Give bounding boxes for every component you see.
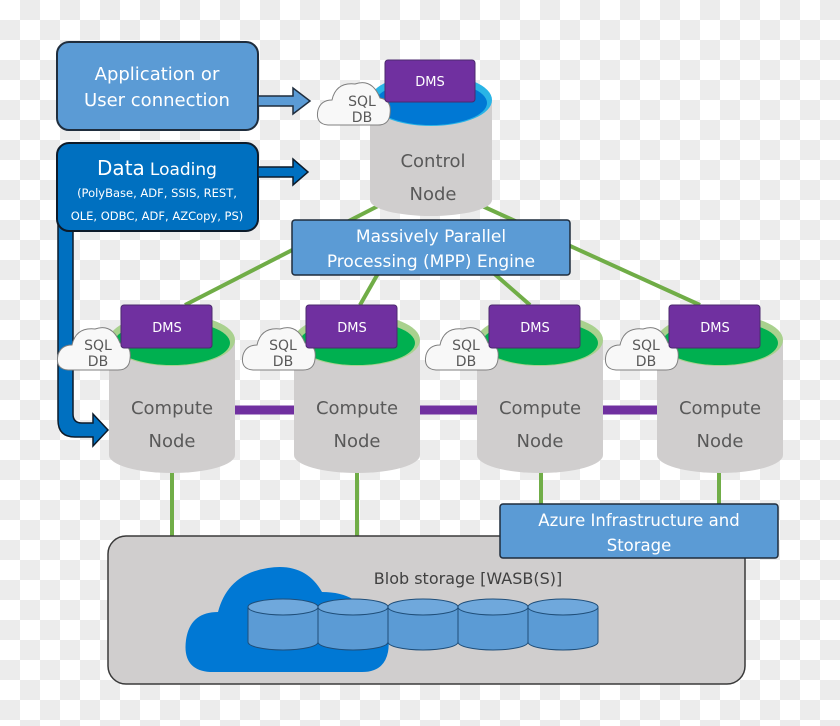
dms-label: DMS (415, 75, 444, 90)
compute-node-line2: Node (149, 431, 196, 452)
svg-text:DB: DB (88, 354, 108, 370)
control-node: Control Node SQL DB DMS (317, 59, 492, 216)
app-box-line2: User connection (84, 90, 230, 111)
compute-node-line1: Compute (316, 398, 398, 419)
storage-disk-icon (247, 598, 319, 651)
svg-text:SQL: SQL (348, 94, 376, 110)
arrow-right-icon (257, 157, 310, 187)
compute-node-line2: Node (697, 431, 744, 452)
storage-disk-icon (387, 598, 459, 651)
svg-text:SQL: SQL (84, 338, 112, 354)
svg-text:DB: DB (352, 110, 372, 126)
compute-node: Compute Node SQLDB DMS (242, 304, 420, 473)
svg-text:SQL: SQL (269, 338, 297, 354)
svg-text:DB: DB (456, 354, 476, 370)
loading-title: Loading (150, 160, 217, 180)
compute-node: Compute Node SQLDB DMS (425, 304, 603, 473)
data-loading-box: Data Loading (PolyBase, ADF, SSIS, REST,… (56, 142, 259, 232)
control-node-line1: Control (400, 151, 465, 172)
arrow-right-icon (257, 86, 312, 116)
svg-text:Data Loading: Data Loading (97, 156, 217, 180)
compute-node-line1: Compute (679, 398, 761, 419)
dms-label: DMS (337, 321, 366, 336)
compute-node-line1: Compute (499, 398, 581, 419)
azure-line2: Storage (607, 536, 672, 555)
storage-disk-icon (317, 598, 389, 651)
dms-label: DMS (520, 321, 549, 336)
architecture-diagram: Application or User connection Data Load… (0, 0, 840, 726)
storage-disk-icon (527, 598, 599, 651)
app-box-line1: Application or (95, 64, 220, 85)
dms-label: DMS (152, 321, 181, 336)
mpp-line2: Processing (MPP) Engine (327, 252, 535, 272)
svg-text:SQL: SQL (632, 338, 660, 354)
compute-node: Compute Node SQLDB DMS (605, 304, 783, 473)
svg-text:DB: DB (636, 354, 656, 370)
data-title: Data (97, 156, 145, 180)
svg-text:SQL: SQL (452, 338, 480, 354)
azure-line1: Azure Infrastructure and (538, 511, 739, 530)
control-node-line2: Node (410, 184, 457, 205)
mpp-line1: Massively Parallel (356, 227, 506, 247)
mpp-engine-box: Massively Parallel Processing (MPP) Engi… (291, 219, 571, 276)
storage-disk-icon (457, 598, 529, 651)
azure-infrastructure-box: Azure Infrastructure and Storage (499, 503, 779, 559)
svg-text:DB: DB (273, 354, 293, 370)
dms-label: DMS (700, 321, 729, 336)
compute-node: Compute Node SQLDB DMS (57, 304, 235, 473)
data-box-line2: (PolyBase, ADF, SSIS, REST, (77, 186, 237, 200)
application-connection-box: Application or User connection (56, 41, 259, 131)
blob-label: Blob storage [WASB(S)] (374, 569, 562, 588)
compute-node-line2: Node (334, 431, 381, 452)
data-box-line3: OLE, ODBC, ADF, AZCopy, PS) (71, 209, 244, 223)
compute-node-line1: Compute (131, 398, 213, 419)
compute-node-line2: Node (517, 431, 564, 452)
